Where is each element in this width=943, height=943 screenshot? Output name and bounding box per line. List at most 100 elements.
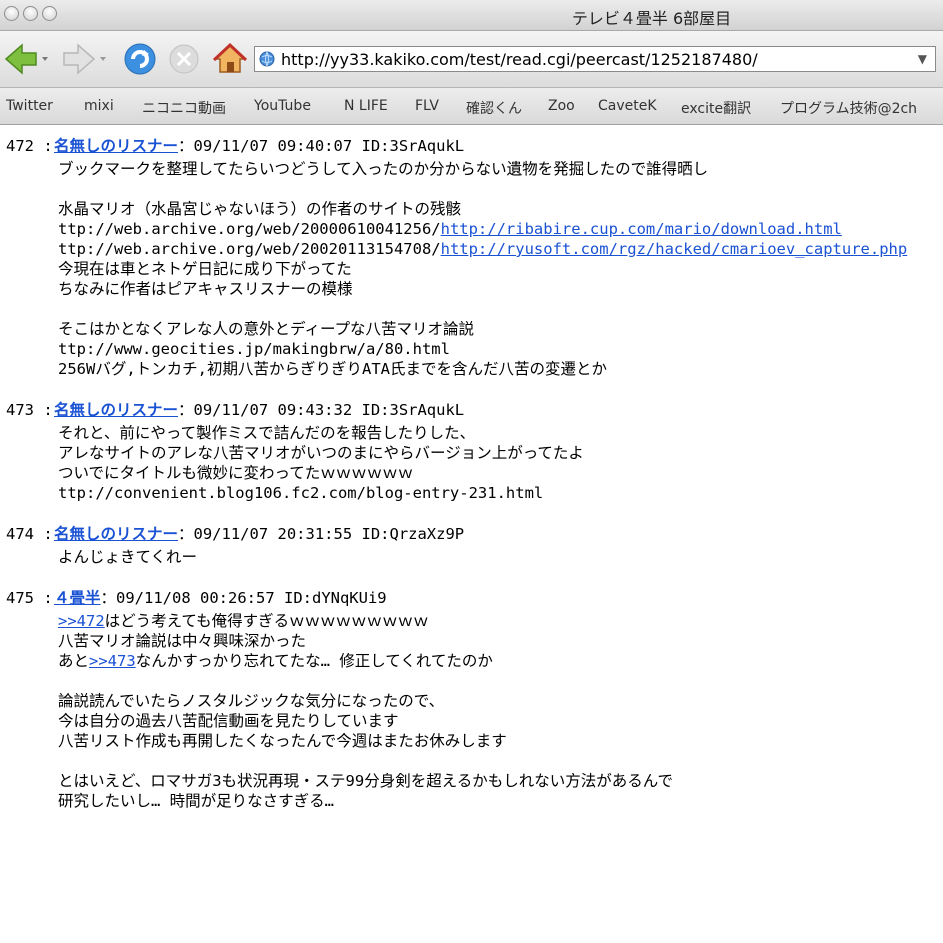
- post-text: 八苦リスト作成も再開したくなったんで今週はまたお休みします: [58, 732, 507, 750]
- bookmark-nlife[interactable]: N LIFE: [344, 98, 388, 114]
- bookmark-cavetek[interactable]: CaveteK: [598, 98, 657, 114]
- post-text: ちなみに作者はピアキャスリスナーの模様: [58, 280, 353, 298]
- post-meta: ：09/11/07 09:43:32 ID:3SrAqukL: [178, 401, 465, 419]
- post-text: あと: [58, 652, 90, 670]
- post-line: ちなみに作者はピアキャスリスナーの模様: [58, 279, 943, 299]
- post-header: 474 :名無しのリスナー：09/11/07 20:31:55 ID:QrzaX…: [0, 521, 943, 547]
- url-link[interactable]: http://ryusoft.com/rgz/hacked/cmarioev_c…: [441, 240, 908, 258]
- post-text: それと、前にやって製作ミスで詰んだのを報告したりした、: [58, 424, 476, 442]
- post-line: ttp://web.archive.org/web/20020113154708…: [58, 239, 943, 259]
- bookmark-nicovideo[interactable]: ニコニコ動画: [142, 98, 226, 118]
- post-text: 今現在は車とネトゲ日記に成り下がってた: [58, 260, 352, 278]
- post-body: それと、前にやって製作ミスで詰んだのを報告したりした、アレなサイトのアレな八苦マ…: [0, 423, 943, 503]
- post-body: よんじょきてくれー: [0, 547, 943, 567]
- post-line: アレなサイトのアレな八苦マリオがいつのまにやらバージョン上がってたよ: [58, 443, 943, 463]
- window-titlebar: テレビ４畳半 6部屋目: [0, 0, 943, 31]
- stop-icon[interactable]: [166, 41, 202, 81]
- post-line: 今現在は車とネトゲ日記に成り下がってた: [58, 259, 943, 279]
- home-icon[interactable]: [212, 41, 248, 81]
- poster-name-link[interactable]: 名無しのリスナー: [54, 401, 178, 419]
- post-text: ttp://web.archive.org/web/20020113154708…: [58, 240, 441, 258]
- post: 473 :名無しのリスナー：09/11/07 09:43:32 ID:3SrAq…: [0, 397, 943, 503]
- post-line: ttp://web.archive.org/web/20000610041256…: [58, 219, 943, 239]
- post-text: はどう考えても俺得すぎるｗｗｗｗｗｗｗｗｗ: [104, 612, 429, 630]
- post: 472 :名無しのリスナー：09/11/07 09:40:07 ID:3SrAq…: [0, 133, 943, 379]
- post-text: ttp://convenient.blog106.fc2.com/blog-en…: [58, 484, 544, 502]
- post-line: 八苦リスト作成も再開したくなったんで今週はまたお休みします: [58, 731, 943, 751]
- globe-icon: [259, 51, 275, 71]
- thread-content: 472 :名無しのリスナー：09/11/07 09:40:07 ID:3SrAq…: [0, 125, 943, 943]
- post-separator: [0, 567, 943, 585]
- post-text: ついでにタイトルも微妙に変わってたｗｗｗｗｗｗ: [58, 464, 414, 482]
- post-line: とはいえど、ロマサガ3も状況再現・ステ99分身剣を超えるかもしれない方法があるん…: [58, 771, 943, 791]
- bookmark-excite[interactable]: excite翻訳: [681, 98, 751, 118]
- window-title: テレビ４畳半 6部屋目: [571, 9, 732, 28]
- post-text: 256Wバグ,トンカチ,初期八苦からぎりぎりATA氏までを含んだ八苦の変遷とか: [58, 360, 607, 378]
- post-number: 472 :: [6, 137, 53, 155]
- post-text: 八苦マリオ論説は中々興味深かった: [58, 632, 307, 650]
- post-text: なんかすっかり忘れてたな… 修正してくれてたのか: [135, 652, 493, 670]
- bookmark-youtube[interactable]: YouTube: [254, 98, 311, 114]
- post-line: そこはかとなくアレな人の意外とディープな八苦マリオ論説: [58, 319, 943, 339]
- post-number: 475 :: [6, 589, 53, 607]
- dropdown-triangle-icon[interactable]: ▼: [918, 52, 927, 66]
- poster-name-link[interactable]: ４畳半: [54, 589, 101, 607]
- post-text: ttp://web.archive.org/web/20000610041256…: [58, 220, 441, 238]
- post-text: そこはかとなくアレな人の意外とディープな八苦マリオ論説: [58, 320, 475, 338]
- bookmark-kakunin[interactable]: 確認くん: [466, 98, 522, 118]
- post-text: ブックマークを整理してたらいつどうして入ったのか分からない遺物を発掘したので誰得…: [58, 160, 709, 178]
- poster-name-link[interactable]: 名無しのリスナー: [54, 525, 178, 543]
- post-text: 今は自分の過去八苦配信動画を見たりしています: [58, 712, 399, 730]
- post-separator: [0, 503, 943, 521]
- poster-name-link[interactable]: 名無しのリスナー: [54, 137, 178, 155]
- bookmark-zoo[interactable]: Zoo: [548, 98, 575, 114]
- address-bar[interactable]: http://yy33.kakiko.com/test/read.cgi/pee…: [254, 46, 936, 72]
- forward-arrow-icon[interactable]: [62, 41, 110, 81]
- anchor-reply-link[interactable]: >>473: [89, 652, 136, 670]
- post-text: アレなサイトのアレな八苦マリオがいつのまにやらバージョン上がってたよ: [58, 444, 584, 462]
- back-arrow-icon[interactable]: [4, 41, 52, 81]
- post-line: ttp://convenient.blog106.fc2.com/blog-en…: [58, 483, 943, 503]
- post-line: ついでにタイトルも微妙に変わってたｗｗｗｗｗｗ: [58, 463, 943, 483]
- post-line: 256Wバグ,トンカチ,初期八苦からぎりぎりATA氏までを含んだ八苦の変遷とか: [58, 359, 943, 379]
- post-meta: ：09/11/08 00:26:57 ID:dYNqKUi9: [100, 589, 387, 607]
- url-text: http://yy33.kakiko.com/test/read.cgi/pee…: [281, 50, 758, 69]
- post-body: >>472はどう考えても俺得すぎるｗｗｗｗｗｗｗｗｗ 八苦マリオ論説は中々興味深か…: [0, 611, 943, 811]
- post-body: ブックマークを整理してたらいつどうして入ったのか分からない遺物を発掘したので誰得…: [0, 159, 943, 379]
- post-header: 475 :４畳半：09/11/08 00:26:57 ID:dYNqKUi9: [0, 585, 943, 611]
- post-line: 論説読んでいたらノスタルジックな気分になったので、: [58, 691, 943, 711]
- bookmark-twitter[interactable]: Twitter: [6, 98, 53, 114]
- bookmark-mixi[interactable]: mixi: [84, 98, 114, 114]
- post-line: ttp://www.geocities.jp/makingbrw/a/80.ht…: [58, 339, 943, 359]
- post-line: 水晶マリオ（水晶宮じゃないほう）の作者のサイトの残骸: [58, 199, 943, 219]
- bookmark-programming[interactable]: プログラム技術@2ch: [780, 98, 917, 118]
- post-meta: ：09/11/07 20:31:55 ID:QrzaXz9P: [178, 525, 465, 543]
- bookmarks-bar: Twitter mixi ニコニコ動画 YouTube N LIFE FLV 確…: [0, 88, 943, 125]
- post-line: 今は自分の過去八苦配信動画を見たりしています: [58, 711, 943, 731]
- post-number: 473 :: [6, 401, 53, 419]
- bookmark-flv[interactable]: FLV: [415, 98, 439, 114]
- post-line: >>472はどう考えても俺得すぎるｗｗｗｗｗｗｗｗｗ: [58, 611, 943, 631]
- post: 474 :名無しのリスナー：09/11/07 20:31:55 ID:QrzaX…: [0, 521, 943, 567]
- url-link[interactable]: http://ribabire.cup.com/mario/download.h…: [441, 220, 842, 238]
- post-text: 水晶マリオ（水晶宮じゃないほう）の作者のサイトの残骸: [58, 200, 462, 218]
- anchor-reply-link[interactable]: >>472: [58, 612, 105, 630]
- post-meta: ：09/11/07 09:40:07 ID:3SrAqukL: [178, 137, 465, 155]
- post-text: よんじょきてくれー: [58, 548, 198, 566]
- post-line: 八苦マリオ論説は中々興味深かった: [58, 631, 943, 651]
- post-line: あと>>473なんかすっかり忘れてたな… 修正してくれてたのか: [58, 651, 943, 671]
- post: 475 :４畳半：09/11/08 00:26:57 ID:dYNqKUi9 >>…: [0, 585, 943, 811]
- post-text: とはいえど、ロマサガ3も状況再現・ステ99分身剣を超えるかもしれない方法があるん…: [58, 772, 673, 790]
- post-line: それと、前にやって製作ミスで詰んだのを報告したりした、: [58, 423, 943, 443]
- navigation-toolbar: http://yy33.kakiko.com/test/read.cgi/pee…: [0, 31, 943, 88]
- post-line: 研究したいし… 時間が足りなさすぎる…: [58, 791, 943, 811]
- post-header: 473 :名無しのリスナー：09/11/07 09:43:32 ID:3SrAq…: [0, 397, 943, 423]
- post-text: 研究したいし… 時間が足りなさすぎる…: [58, 792, 334, 810]
- post-number: 474 :: [6, 525, 53, 543]
- reload-icon[interactable]: [122, 41, 158, 81]
- post-text: 論説読んでいたらノスタルジックな気分になったので、: [58, 692, 445, 710]
- post-line: ブックマークを整理してたらいつどうして入ったのか分からない遺物を発掘したので誰得…: [58, 159, 943, 179]
